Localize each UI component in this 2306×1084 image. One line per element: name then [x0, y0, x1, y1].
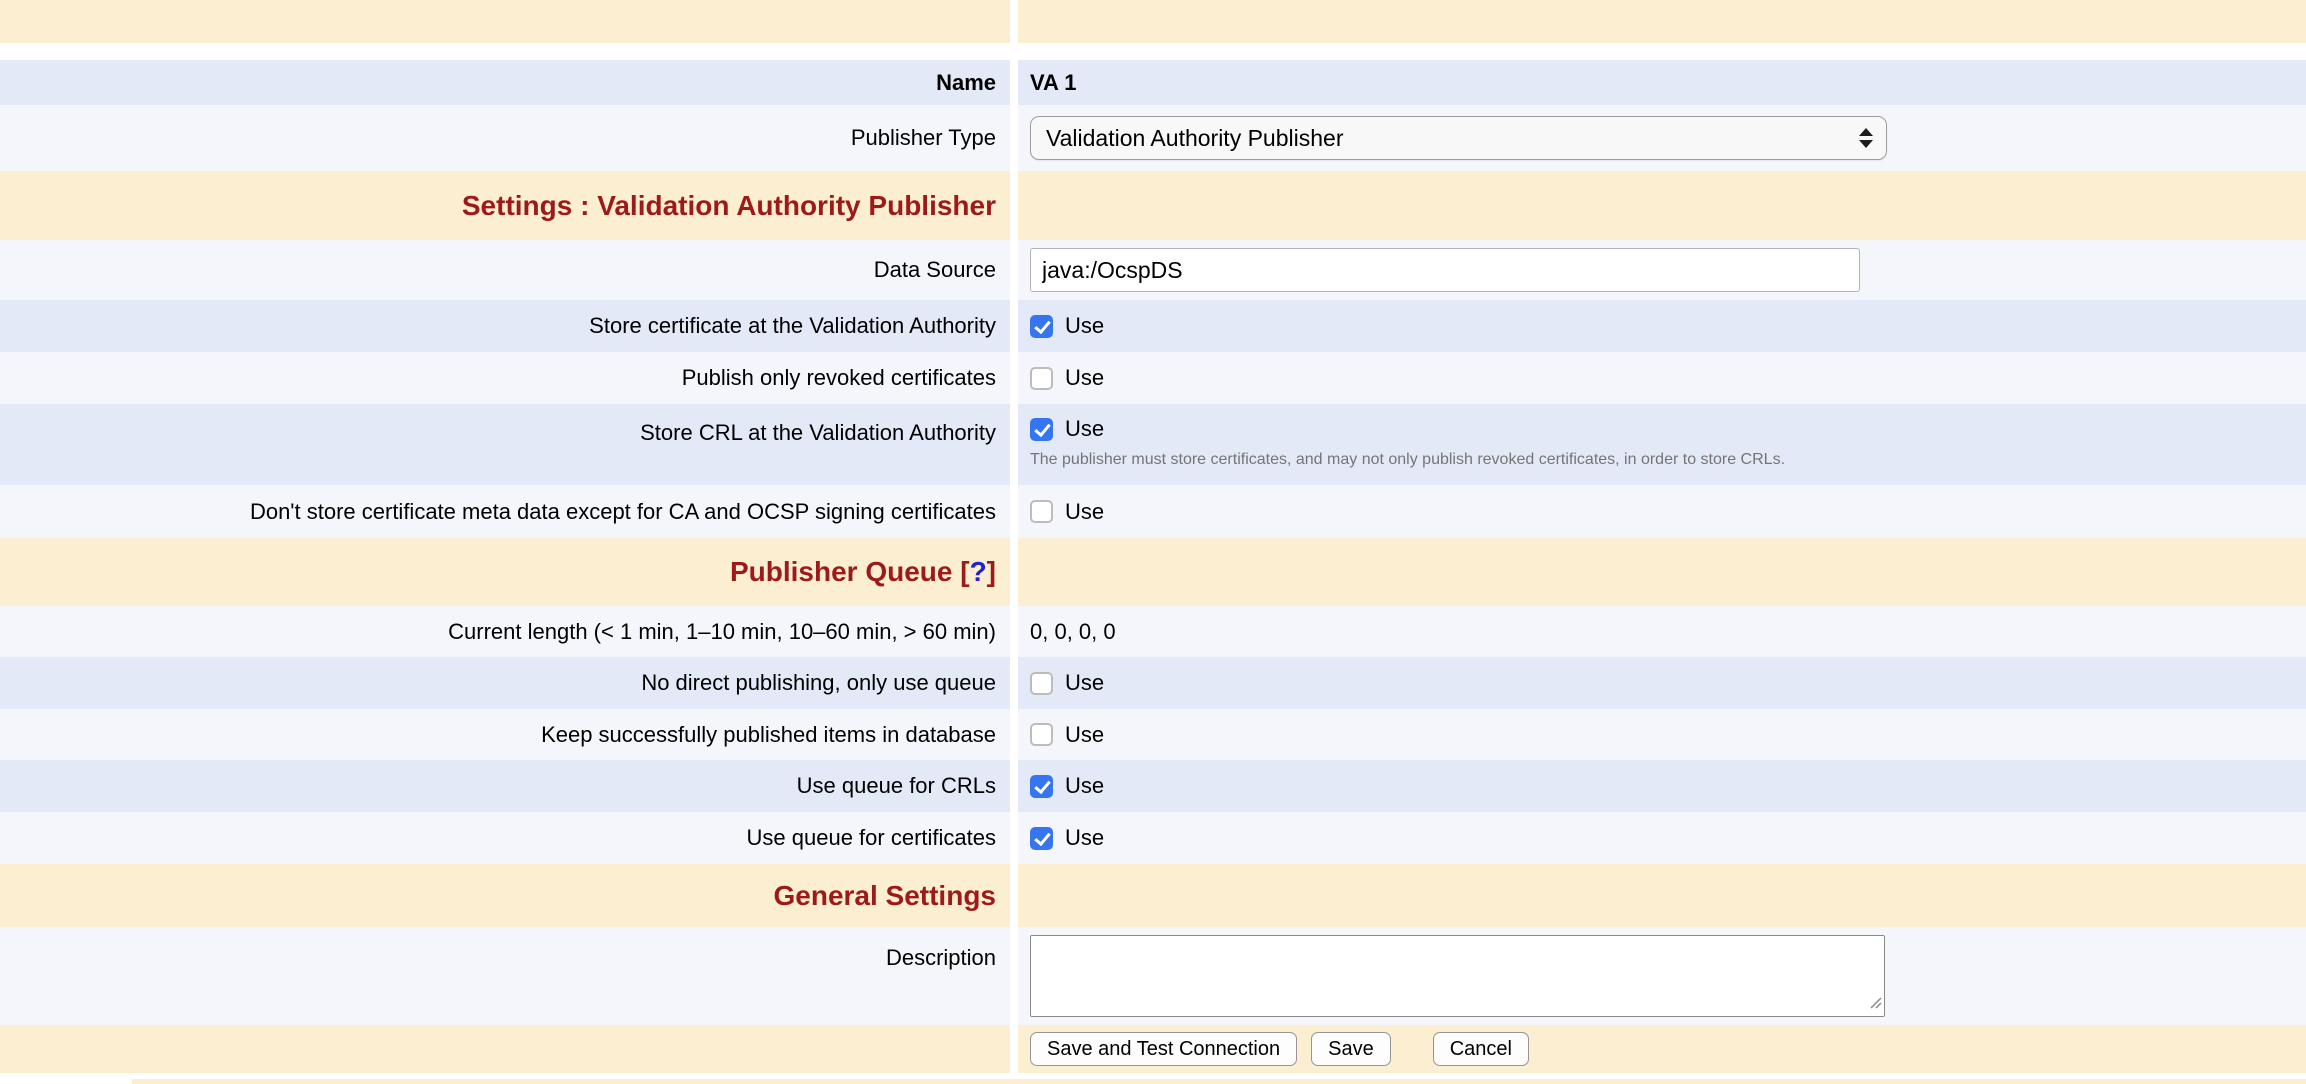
publish-revoked-label: Publish only revoked certificates: [682, 365, 996, 391]
queue-length-value: 0, 0, 0, 0: [1030, 619, 1116, 645]
publisher-type-select[interactable]: Validation Authority Publisher: [1030, 116, 1887, 160]
row-queue-certs: Use queue for certificates Use: [0, 812, 2306, 864]
row-queue-crls: Use queue for CRLs Use: [0, 760, 2306, 812]
row-keep-published: Keep successfully published items in dat…: [0, 709, 2306, 760]
row-only-queue: No direct publishing, only use queue Use: [0, 657, 2306, 709]
cancel-button[interactable]: Cancel: [1433, 1032, 1529, 1066]
keep-published-checkbox[interactable]: [1030, 723, 1053, 746]
row-data-source: Data Source: [0, 240, 2306, 300]
store-crl-note: The publisher must store certificates, a…: [1030, 451, 1785, 469]
store-crl-use-label: Use: [1065, 416, 1104, 442]
queue-help-link[interactable]: ?: [970, 556, 987, 587]
keep-published-use-label: Use: [1065, 722, 1104, 748]
data-source-label: Data Source: [874, 257, 996, 283]
only-queue-use-label: Use: [1065, 670, 1104, 696]
queue-certs-label: Use queue for certificates: [747, 825, 996, 851]
row-publisher-type: Publisher Type Validation Authority Publ…: [0, 105, 2306, 171]
store-certificate-label: Store certificate at the Validation Auth…: [589, 313, 996, 339]
skip-meta-checkbox[interactable]: [1030, 500, 1053, 523]
top-band-left: [0, 0, 1010, 43]
select-stepper-icon: [1859, 128, 1873, 148]
footer-notch: [0, 1079, 132, 1084]
row-queue-length: Current length (< 1 min, 1–10 min, 10–60…: [0, 606, 2306, 657]
save-and-test-connection-button[interactable]: Save and Test Connection: [1030, 1032, 1297, 1066]
top-band: [0, 0, 2306, 43]
top-band-right: [1018, 0, 2306, 43]
settings-section-title: Settings : Validation Authority Publishe…: [462, 190, 996, 222]
queue-length-label: Current length (< 1 min, 1–10 min, 10–60…: [448, 619, 996, 645]
row-name: Name VA 1: [0, 60, 2306, 105]
row-settings-header: Settings : Validation Authority Publishe…: [0, 171, 2306, 240]
queue-certs-checkbox[interactable]: [1030, 827, 1053, 850]
publish-revoked-checkbox[interactable]: [1030, 367, 1053, 390]
save-button[interactable]: Save: [1311, 1032, 1391, 1066]
row-store-crl: Store CRL at the Validation Authority Us…: [0, 404, 2306, 485]
store-certificate-checkbox[interactable]: [1030, 315, 1053, 338]
skip-meta-use-label: Use: [1065, 499, 1104, 525]
spacer-row: [0, 43, 2306, 60]
row-publish-revoked: Publish only revoked certificates Use: [0, 352, 2306, 404]
only-queue-checkbox[interactable]: [1030, 672, 1053, 695]
row-description: Description: [0, 927, 2306, 1025]
store-certificate-use-label: Use: [1065, 313, 1104, 339]
row-general-header: General Settings: [0, 864, 2306, 927]
column-divider: [1010, 0, 1018, 43]
publisher-edit-page: Name VA 1 Publisher Type Validation Auth…: [0, 0, 2306, 1084]
general-section-title: General Settings: [773, 880, 996, 912]
only-queue-label: No direct publishing, only use queue: [641, 670, 996, 696]
data-source-input[interactable]: [1030, 248, 1860, 292]
store-crl-checkbox[interactable]: [1030, 418, 1053, 441]
name-value: VA 1: [1030, 70, 1076, 96]
store-crl-label: Store CRL at the Validation Authority: [640, 420, 996, 446]
publisher-type-label: Publisher Type: [851, 125, 996, 151]
queue-certs-use-label: Use: [1065, 825, 1104, 851]
description-textarea[interactable]: [1030, 935, 1885, 1017]
name-label: Name: [936, 70, 996, 96]
queue-crls-use-label: Use: [1065, 773, 1104, 799]
footer-band: [0, 1079, 2306, 1084]
row-queue-header: Publisher Queue [?]: [0, 538, 2306, 606]
keep-published-label: Keep successfully published items in dat…: [541, 722, 996, 748]
row-skip-meta: Don't store certificate meta data except…: [0, 485, 2306, 538]
queue-section-title: Publisher Queue [?]: [730, 556, 996, 588]
publish-revoked-use-label: Use: [1065, 365, 1104, 391]
row-buttons: Save and Test Connection Save Cancel: [0, 1025, 2306, 1073]
row-store-certificate: Store certificate at the Validation Auth…: [0, 300, 2306, 352]
publisher-type-selected-value: Validation Authority Publisher: [1046, 125, 1343, 152]
description-label: Description: [886, 945, 996, 971]
queue-crls-label: Use queue for CRLs: [797, 773, 996, 799]
queue-crls-checkbox[interactable]: [1030, 775, 1053, 798]
queue-help-open-bracket: [: [960, 556, 969, 587]
skip-meta-label: Don't store certificate meta data except…: [250, 499, 996, 525]
queue-help-close-bracket: ]: [987, 556, 996, 587]
